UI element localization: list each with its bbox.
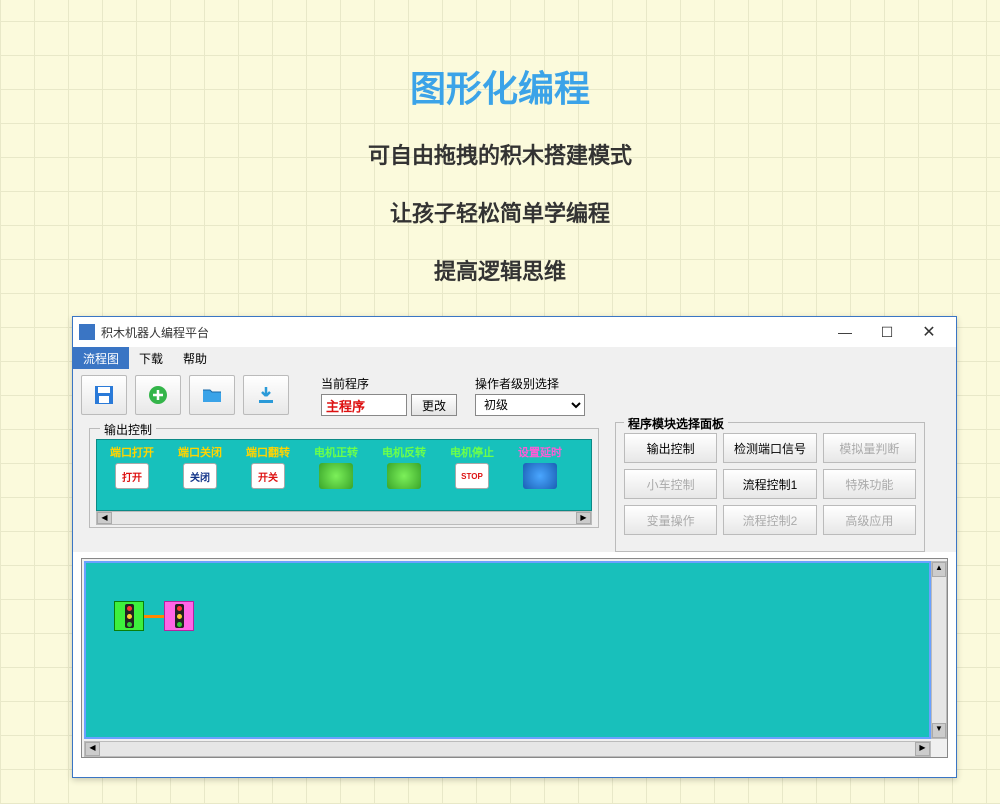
operator-level-select[interactable]: 初级	[475, 394, 585, 416]
folder-icon	[200, 383, 224, 407]
output-control-group: 输出控制 端口打开 打开 端口关闭 关闭 端口翻转 开关 电	[89, 428, 599, 528]
flowchart-canvas[interactable]	[84, 561, 931, 739]
menu-flowchart[interactable]: 流程图	[73, 347, 129, 369]
module-detect-port[interactable]: 检测端口信号	[723, 433, 816, 463]
module-car-control[interactable]: 小车控制	[624, 469, 717, 499]
canvas-vertical-scrollbar[interactable]: ▲ ▼	[931, 561, 947, 739]
scroll-left-icon[interactable]: ◀	[85, 742, 100, 756]
hero-line: 可自由拖拽的积木搭建模式	[0, 138, 1000, 170]
motor-forward-icon	[319, 463, 353, 489]
scroll-down-icon[interactable]: ▼	[932, 723, 946, 738]
port-toggle-icon: 开关	[251, 463, 285, 489]
flowchart-canvas-area: ▲ ▼ ◀ ▶	[81, 558, 948, 758]
module-analog-judge[interactable]: 模拟量判断	[823, 433, 916, 463]
hero-line: 提高逻辑思维	[0, 254, 1000, 286]
port-open-icon: 打开	[115, 463, 149, 489]
maximize-button[interactable]: ☐	[866, 318, 908, 346]
module-flow-control-2[interactable]: 流程控制2	[723, 505, 816, 535]
scroll-right-icon[interactable]: ▶	[915, 742, 930, 756]
download-button[interactable]	[243, 375, 289, 415]
app-window: 积木机器人编程平台 — ☐ ✕ 流程图 下载 帮助 当前程序 更改	[72, 316, 957, 778]
module-output-control[interactable]: 输出控制	[624, 433, 717, 463]
hero-line: 让孩子轻松简单学编程	[0, 196, 1000, 228]
operator-level-group: 操作者级别选择 初级	[475, 375, 585, 416]
minimize-button[interactable]: —	[824, 318, 866, 346]
block-set-delay[interactable]: 设置延时	[515, 444, 565, 506]
save-icon	[92, 383, 116, 407]
menu-download[interactable]: 下载	[129, 347, 173, 369]
new-icon	[146, 383, 170, 407]
block-motor-forward[interactable]: 电机正转	[311, 444, 361, 506]
scroll-up-icon[interactable]: ▲	[932, 562, 946, 577]
motor-stop-icon: STOP	[455, 463, 489, 489]
current-program-input[interactable]	[321, 394, 407, 416]
connector[interactable]	[144, 615, 164, 618]
app-icon	[79, 324, 95, 340]
block-port-close[interactable]: 端口关闭 关闭	[175, 444, 225, 506]
module-flow-control-1[interactable]: 流程控制1	[723, 469, 816, 499]
module-panel-title: 程序模块选择面板	[624, 415, 728, 432]
close-button[interactable]: ✕	[908, 318, 950, 346]
traffic-light-icon	[175, 604, 184, 628]
start-node[interactable]	[114, 601, 144, 631]
open-button[interactable]	[189, 375, 235, 415]
delay-icon	[523, 463, 557, 489]
output-control-title: 输出控制	[100, 421, 156, 438]
block-port-open[interactable]: 端口打开 打开	[107, 444, 157, 506]
traffic-light-icon	[125, 604, 134, 628]
scroll-left-icon[interactable]: ◀	[97, 512, 112, 524]
window-title: 积木机器人编程平台	[101, 324, 209, 341]
motor-reverse-icon	[387, 463, 421, 489]
canvas-horizontal-scrollbar[interactable]: ◀ ▶	[84, 741, 931, 757]
end-node[interactable]	[164, 601, 194, 631]
current-program-label: 当前程序	[321, 375, 457, 392]
block-port-toggle[interactable]: 端口翻转 开关	[243, 444, 293, 506]
module-special-function[interactable]: 特殊功能	[823, 469, 916, 499]
port-close-icon: 关闭	[183, 463, 217, 489]
block-motor-stop[interactable]: 电机停止 STOP	[447, 444, 497, 506]
current-program-group: 当前程序 更改	[321, 375, 457, 416]
titlebar[interactable]: 积木机器人编程平台 — ☐ ✕	[73, 317, 956, 347]
new-button[interactable]	[135, 375, 181, 415]
block-palette[interactable]: 端口打开 打开 端口关闭 关闭 端口翻转 开关 电机正转	[96, 439, 592, 511]
module-variable-ops[interactable]: 变量操作	[624, 505, 717, 535]
download-icon	[254, 383, 278, 407]
toolbar: 当前程序 更改 操作者级别选择 初级	[73, 369, 956, 422]
page-title: 图形化编程	[0, 60, 1000, 112]
save-button[interactable]	[81, 375, 127, 415]
operator-level-label: 操作者级别选择	[475, 375, 585, 392]
block-motor-reverse[interactable]: 电机反转	[379, 444, 429, 506]
palette-scrollbar[interactable]: ◀ ▶	[96, 511, 592, 525]
module-advanced-app[interactable]: 高级应用	[823, 505, 916, 535]
scroll-right-icon[interactable]: ▶	[576, 512, 591, 524]
change-program-button[interactable]: 更改	[411, 394, 457, 416]
menu-help[interactable]: 帮助	[173, 347, 217, 369]
module-select-panel: 程序模块选择面板 输出控制 检测端口信号 模拟量判断 小车控制 流程控制1 特殊…	[615, 422, 925, 552]
menubar: 流程图 下载 帮助	[73, 347, 956, 369]
